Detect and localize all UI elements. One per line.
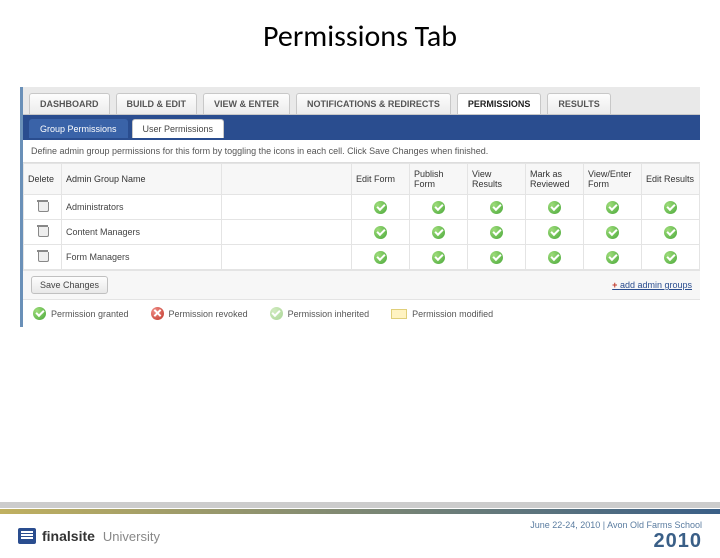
brand-name: finalsite (42, 528, 95, 544)
checkmark-icon[interactable] (490, 226, 503, 239)
col-delete: Delete (24, 164, 62, 195)
legend: Permission granted Permission revoked Pe… (23, 299, 700, 327)
col-view-enter-form: View/Enter Form (584, 164, 642, 195)
col-mark-reviewed: Mark as Reviewed (526, 164, 584, 195)
tab-dashboard[interactable]: DASHBOARD (29, 93, 110, 114)
legend-modified: Permission modified (391, 309, 493, 319)
checkmark-icon[interactable] (374, 201, 387, 214)
checkmark-icon[interactable] (374, 251, 387, 264)
table-row: Content Managers (24, 220, 700, 245)
trash-icon[interactable] (37, 225, 48, 237)
group-name-cell: Content Managers (62, 220, 222, 245)
table-row: Form Managers (24, 245, 700, 270)
legend-revoked: Permission revoked (151, 307, 248, 320)
event-year: 2010 (530, 530, 702, 553)
checkmark-icon[interactable] (490, 251, 503, 264)
permissions-table: Delete Admin Group Name Edit Form Publis… (23, 163, 700, 270)
checkmark-icon[interactable] (432, 226, 445, 239)
trash-icon[interactable] (37, 250, 48, 262)
sub-tab-bar: Group Permissions User Permissions (23, 115, 700, 140)
checkmark-icon[interactable] (664, 226, 677, 239)
checkmark-icon[interactable] (432, 201, 445, 214)
save-changes-button[interactable]: Save Changes (31, 276, 108, 294)
checkmark-icon[interactable] (490, 201, 503, 214)
legend-granted: Permission granted (33, 307, 129, 320)
checkmark-icon[interactable] (548, 201, 561, 214)
modified-swatch (391, 309, 407, 319)
group-name-cell: Administrators (62, 195, 222, 220)
col-edit-form: Edit Form (352, 164, 410, 195)
col-spacer (222, 164, 352, 195)
table-header-row: Delete Admin Group Name Edit Form Publis… (24, 164, 700, 195)
inherited-icon (270, 307, 283, 320)
event-info: June 22-24, 2010 | Avon Old Farms School… (530, 520, 702, 553)
legend-inherited: Permission inherited (270, 307, 370, 320)
legend-label: Permission granted (51, 309, 129, 319)
checkmark-icon[interactable] (548, 251, 561, 264)
add-admin-groups-link[interactable]: add admin groups (612, 280, 692, 290)
table-footer: Save Changes add admin groups (23, 270, 700, 299)
checkmark-icon[interactable] (664, 201, 677, 214)
checkmark-icon[interactable] (432, 251, 445, 264)
checkmark-icon[interactable] (374, 226, 387, 239)
trash-icon[interactable] (37, 200, 48, 212)
group-name-cell: Form Managers (62, 245, 222, 270)
slide-footer: finalsite University June 22-24, 2010 | … (0, 502, 720, 558)
tab-build-edit[interactable]: BUILD & EDIT (116, 93, 198, 114)
col-group-name: Admin Group Name (62, 164, 222, 195)
subtab-group-permissions[interactable]: Group Permissions (29, 119, 128, 138)
legend-label: Permission modified (412, 309, 493, 319)
revoked-icon (151, 307, 164, 320)
checkmark-icon[interactable] (606, 226, 619, 239)
col-publish-form: Publish Form (410, 164, 468, 195)
checkmark-icon[interactable] (606, 251, 619, 264)
legend-label: Permission revoked (169, 309, 248, 319)
checkmark-icon[interactable] (664, 251, 677, 264)
event-dateline: June 22-24, 2010 | Avon Old Farms School (530, 520, 702, 530)
checkmark-icon (33, 307, 46, 320)
finalsite-logo-icon (18, 528, 36, 544)
subtab-user-permissions[interactable]: User Permissions (132, 119, 225, 138)
tab-results[interactable]: RESULTS (547, 93, 610, 114)
col-view-results: View Results (468, 164, 526, 195)
table-row: Administrators (24, 195, 700, 220)
tab-notifications[interactable]: NOTIFICATIONS & REDIRECTS (296, 93, 451, 114)
legend-label: Permission inherited (288, 309, 370, 319)
tab-permissions[interactable]: PERMISSIONS (457, 93, 542, 114)
tab-view-enter[interactable]: VIEW & ENTER (203, 93, 290, 114)
permissions-panel: DASHBOARD BUILD & EDIT VIEW & ENTER NOTI… (20, 87, 700, 327)
brand-subname: University (103, 529, 160, 544)
checkmark-icon[interactable] (548, 226, 561, 239)
main-tab-bar: DASHBOARD BUILD & EDIT VIEW & ENTER NOTI… (23, 87, 700, 115)
help-text: Define admin group permissions for this … (23, 140, 700, 163)
brand: finalsite University (18, 528, 160, 544)
slide-title: Permissions Tab (0, 18, 720, 55)
col-edit-results: Edit Results (642, 164, 700, 195)
checkmark-icon[interactable] (606, 201, 619, 214)
